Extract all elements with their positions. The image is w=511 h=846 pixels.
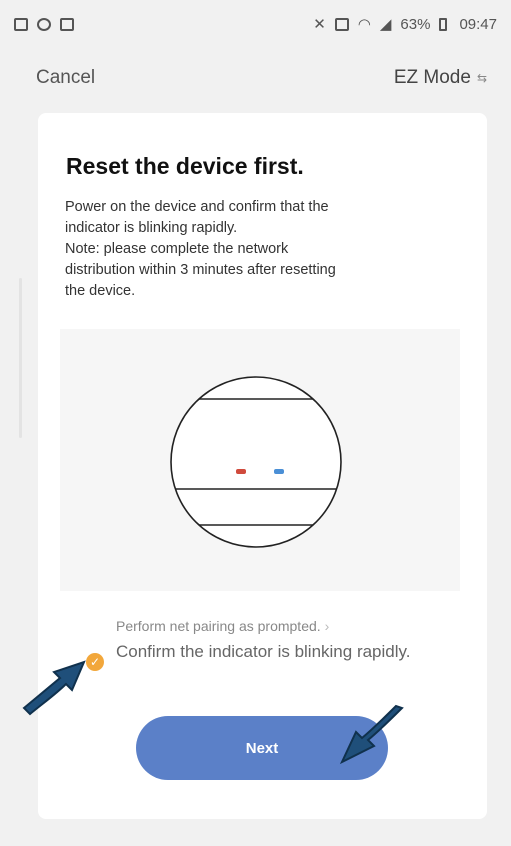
instruction-line: distribution within 3 minutes after rese… [65, 262, 336, 278]
battery-icon [439, 17, 448, 31]
pairing-help-label: Perform net pairing as prompted. [116, 618, 321, 634]
edge-handle [19, 278, 22, 438]
pairing-help-link[interactable]: Perform net pairing as prompted. › [116, 618, 329, 634]
confirm-label[interactable]: Confirm the indicator is blinking rapidl… [116, 641, 446, 663]
ez-mode-label: EZ Mode [393, 67, 471, 88]
cancel-button[interactable]: Cancel [36, 67, 95, 89]
annotation-arrow-checkbox [22, 660, 86, 716]
page-title: Reset the device first. [66, 153, 304, 179]
blue-indicator-led [274, 469, 284, 474]
gallery-icon [14, 17, 28, 31]
next-label: Next [245, 739, 279, 757]
instructions: Power on the device and confirm that the… [65, 197, 455, 302]
top-navbar: Cancel EZ Mode ⇆ [0, 58, 511, 98]
wifi-icon: ◠ [357, 16, 371, 33]
checkmark-icon: ✓ [89, 655, 101, 669]
device-drawing [170, 376, 342, 548]
status-bar-right: ✕ ◠ ◢ 63% 09:47 [313, 15, 497, 34]
status-bar: ✕ ◠ ◢ 63% 09:47 [0, 0, 511, 48]
device-illustration [60, 329, 460, 591]
nfc-icon [334, 17, 349, 31]
notes-icon [60, 17, 74, 31]
ez-mode-switch[interactable]: EZ Mode ⇆ [394, 67, 487, 89]
annotation-arrow-next [339, 704, 404, 765]
clock: 09:47 [459, 15, 497, 33]
reset-card: Reset the device first. Power on the dev… [38, 113, 487, 819]
instruction-line: Power on the device and confirm that the [65, 199, 329, 215]
instruction-line: Note: please complete the network [65, 241, 289, 257]
signal-icon: ◢ [379, 16, 392, 33]
mute-icon: ✕ [313, 16, 326, 33]
swap-icon: ⇆ [476, 71, 487, 85]
red-indicator-led [236, 469, 246, 474]
instruction-line: the device. [65, 283, 136, 299]
android-icon [37, 17, 51, 31]
chevron-right-icon: › [324, 618, 330, 634]
status-bar-left [14, 17, 74, 31]
device-outline [170, 376, 342, 548]
instruction-line: indicator is blinking rapidly. [65, 220, 238, 236]
battery-level: 63% [400, 15, 431, 33]
